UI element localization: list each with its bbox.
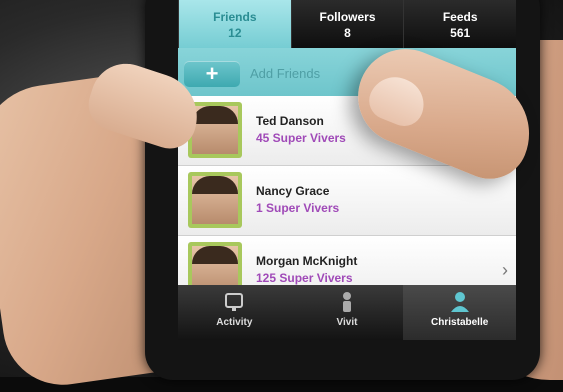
friend-name: Morgan McKnight [256,254,358,268]
tab-followers[interactable]: Followers 8 [290,0,404,48]
tab-label: Friends [213,10,257,24]
tab-feeds[interactable]: Feeds 561 [403,0,516,48]
friend-subtitle: 45 Super Vivers [256,131,346,145]
tab-activity[interactable]: Activity [178,285,291,340]
tab-label: Followers [319,10,376,24]
tab-label: Feeds [442,10,478,24]
top-tabs: Friends 12 Followers 8 Feeds 561 [178,0,516,48]
tab-label: Vivit [336,317,358,328]
tab-count: 12 [228,26,242,40]
tab-count: 561 [450,26,471,40]
chevron-right-icon: › [502,260,508,280]
tab-christabelle[interactable]: Christabelle [403,285,516,340]
friend-name: Ted Danson [256,114,324,128]
tab-friends[interactable]: Friends 12 [178,0,291,48]
add-friends-button[interactable]: + [184,61,240,87]
tab-vivit[interactable]: Vivit [291,285,404,340]
friend-name: Nancy Grace [256,184,330,198]
friend-subtitle: 1 Super Vivers [256,201,340,215]
friend-subtitle: 125 Super Vivers [256,271,353,285]
profile-icon [450,292,469,312]
tab-label: Christabelle [431,317,489,328]
person-icon [343,292,351,312]
avatar [188,172,242,228]
list-item[interactable]: Nancy Grace 1 Super Vivers [178,166,516,236]
add-friends-label: Add Friends [250,66,321,81]
tab-label: Activity [216,317,253,328]
activity-icon [225,293,244,311]
tab-count: 8 [344,26,351,40]
bottom-tab-bar: Activity Vivit Christabelle [178,285,516,340]
